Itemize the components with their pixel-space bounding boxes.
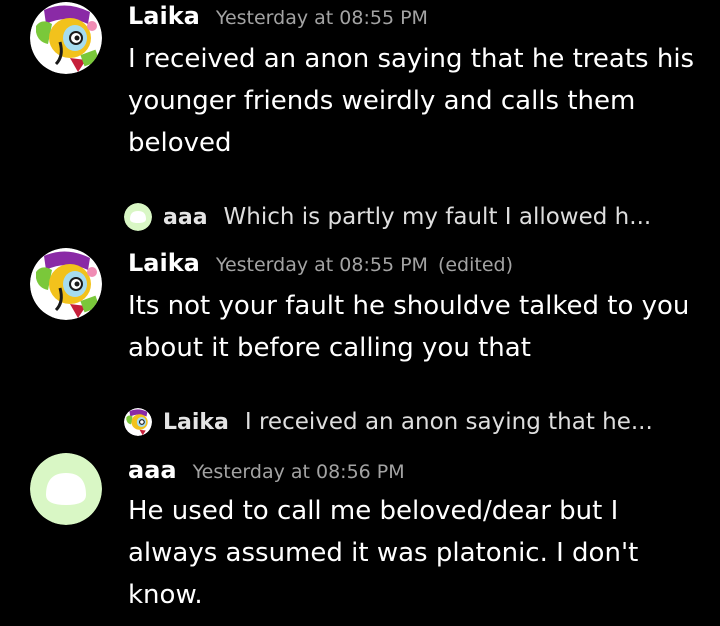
message-text: Its not your fault he shouldve talked to… xyxy=(128,291,690,363)
message-header: Laika Yesterday at 08:55 PM xyxy=(128,2,428,30)
message-timestamp: Yesterday at 08:55 PM xyxy=(215,254,428,276)
author-name[interactable]: Laika xyxy=(128,2,200,30)
reply-author: Laika xyxy=(163,409,229,435)
message-timestamp: Yesterday at 08:55 PM xyxy=(215,7,428,29)
message-header: Laika Yesterday at 08:55 PM (edited) xyxy=(128,249,513,277)
chat-message-list: Laika Yesterday at 08:55 PM I received a… xyxy=(0,0,720,626)
reply-preview[interactable]: Laika I received an anon saying that he.… xyxy=(124,406,704,438)
message-header: aaa Yesterday at 08:56 PM xyxy=(128,456,405,484)
reply-text: I received an anon saying that he... xyxy=(244,409,653,435)
reply-text: Which is partly my fault I allowed h... xyxy=(223,204,652,230)
message-text: He used to call me beloved/dear but I al… xyxy=(128,496,639,610)
laika-character-avatar-icon[interactable] xyxy=(30,248,102,320)
laika-character-avatar-icon[interactable] xyxy=(30,2,102,74)
author-name[interactable]: aaa xyxy=(128,456,177,484)
edited-label: (edited) xyxy=(437,254,513,276)
laika-character-avatar-icon xyxy=(124,408,152,436)
aaa-avatar-icon[interactable] xyxy=(30,453,102,525)
reply-author: aaa xyxy=(163,204,208,230)
author-name[interactable]: Laika xyxy=(128,249,200,277)
message-text: I received an anon saying that he treats… xyxy=(128,44,695,158)
reply-preview[interactable]: aaa Which is partly my fault I allowed h… xyxy=(124,201,704,233)
message-timestamp: Yesterday at 08:56 PM xyxy=(192,461,405,483)
aaa-avatar-icon xyxy=(124,203,152,231)
